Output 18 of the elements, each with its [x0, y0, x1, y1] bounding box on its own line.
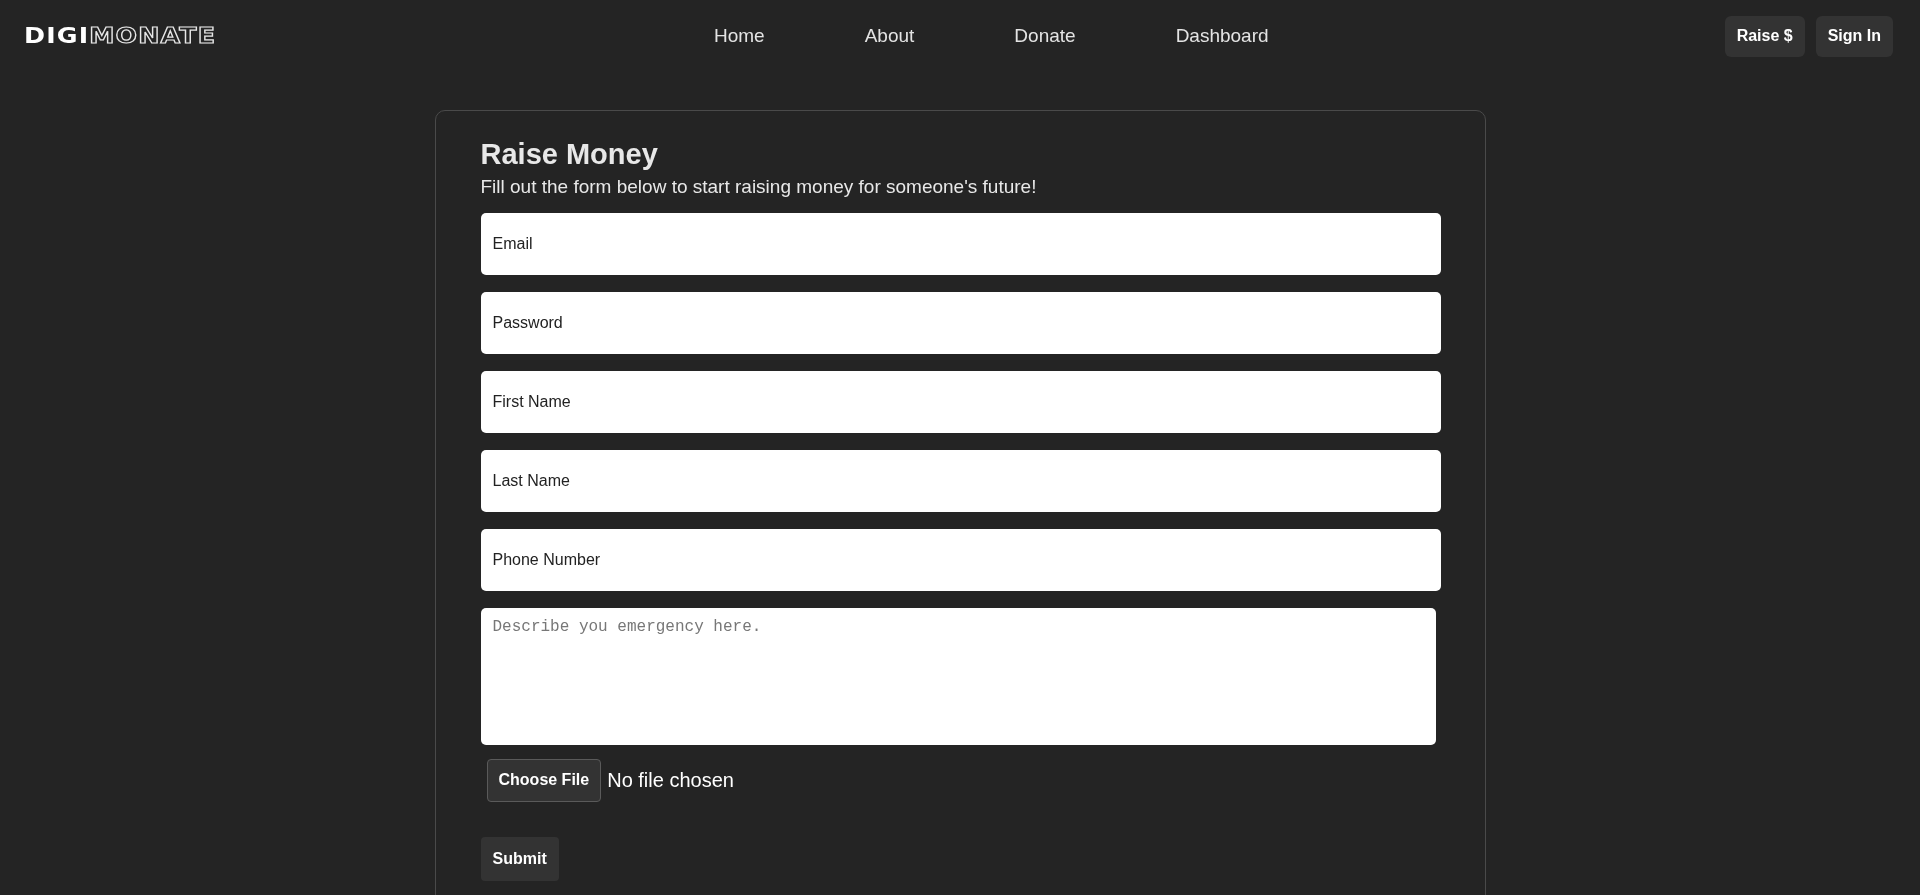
logo[interactable]: DIGI MONATE	[24, 25, 217, 47]
input-field[interactable]: Phone Number	[480, 528, 1441, 591]
form-title: Raise Money	[480, 137, 659, 172]
choose-file-button[interactable]: Choose File	[486, 758, 602, 802]
nav-link[interactable]: About	[864, 25, 915, 47]
input-field[interactable]: Email	[480, 212, 1441, 275]
file-status: No file chosen	[607, 768, 734, 792]
raise-button[interactable]: Raise $	[1724, 15, 1805, 57]
form-subtitle: Fill out the form below to start raising money for someone's future!	[480, 175, 1038, 198]
submit-button[interactable]: Submit	[480, 836, 559, 881]
input-field[interactable]: First Name	[480, 370, 1441, 433]
input-field[interactable]: Password	[480, 291, 1441, 354]
nav-link[interactable]: Home	[714, 25, 765, 47]
input-field[interactable]: Last Name	[480, 449, 1441, 512]
description-field[interactable]: Describe you emergency here.	[480, 607, 1436, 745]
nav-link[interactable]: Dashboard	[1175, 25, 1269, 47]
sign-in-button[interactable]: Sign In	[1815, 15, 1893, 57]
nav-link[interactable]: Donate	[1014, 25, 1076, 47]
